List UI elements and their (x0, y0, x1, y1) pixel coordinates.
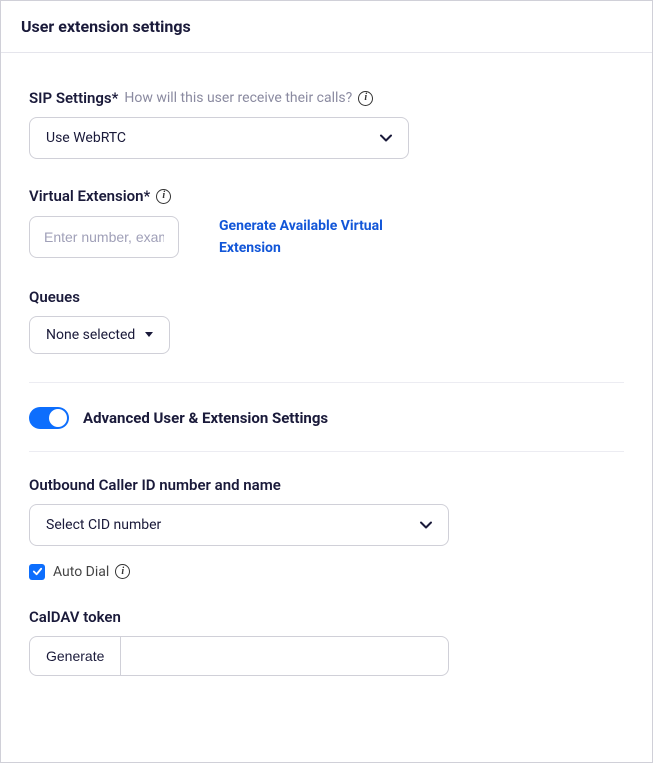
queues-select[interactable]: None selected (29, 316, 170, 354)
caldav-field: CalDAV token Generate (29, 608, 624, 676)
queues-field: Queues None selected (29, 288, 624, 354)
virtual-extension-field: Virtual Extension* i Generate Available … (29, 187, 624, 260)
panel-body: SIP Settings* How will this user receive… (1, 53, 652, 696)
virtual-extension-row: Generate Available Virtual Extension (29, 215, 624, 260)
virtual-extension-input[interactable] (29, 216, 179, 258)
user-extension-settings-panel: User extension settings SIP Settings* Ho… (0, 0, 653, 763)
auto-dial-label: Auto Dial (53, 564, 109, 580)
caldav-input-group: Generate (29, 636, 449, 676)
auto-dial-checkbox[interactable] (29, 564, 45, 580)
outbound-cid-field: Outbound Caller ID number and name Selec… (29, 476, 624, 580)
sip-settings-select[interactable]: Use WebRTC (29, 117, 409, 159)
caldav-generate-button[interactable]: Generate (29, 636, 121, 676)
chevron-down-icon (418, 517, 434, 533)
virtual-extension-label-row: Virtual Extension* i (29, 187, 624, 205)
outbound-cid-label: Outbound Caller ID number and name (29, 476, 624, 494)
sip-settings-label-row: SIP Settings* How will this user receive… (29, 89, 624, 107)
toggle-knob (49, 409, 67, 427)
caldav-label: CalDAV token (29, 608, 624, 626)
separator (29, 451, 624, 452)
virtual-extension-label: Virtual Extension* (29, 187, 150, 205)
sip-settings-value: Use WebRTC (46, 130, 126, 146)
caret-down-icon (145, 332, 153, 337)
queues-label: Queues (29, 288, 624, 306)
auto-dial-label-wrap: Auto Dial i (53, 564, 130, 580)
chevron-down-icon (378, 130, 394, 146)
sip-settings-field: SIP Settings* How will this user receive… (29, 89, 624, 159)
sip-settings-hint: How will this user receive their calls? (124, 90, 352, 106)
outbound-cid-select[interactable]: Select CID number (29, 504, 449, 546)
info-icon[interactable]: i (115, 564, 130, 579)
outbound-cid-value: Select CID number (46, 517, 161, 533)
advanced-settings-toggle[interactable] (29, 407, 69, 429)
separator (29, 382, 624, 383)
advanced-toggle-row: Advanced User & Extension Settings (29, 407, 624, 429)
advanced-settings-label: Advanced User & Extension Settings (83, 409, 328, 427)
caldav-token-input[interactable] (121, 636, 449, 676)
info-icon[interactable]: i (156, 189, 171, 204)
auto-dial-row: Auto Dial i (29, 564, 624, 580)
sip-settings-label: SIP Settings* (29, 89, 118, 107)
generate-virtual-extension-link[interactable]: Generate Available Virtual Extension (219, 215, 419, 260)
queues-value: None selected (46, 327, 135, 343)
panel-title: User extension settings (21, 17, 632, 36)
panel-header: User extension settings (1, 1, 652, 53)
info-icon[interactable]: i (358, 91, 373, 106)
